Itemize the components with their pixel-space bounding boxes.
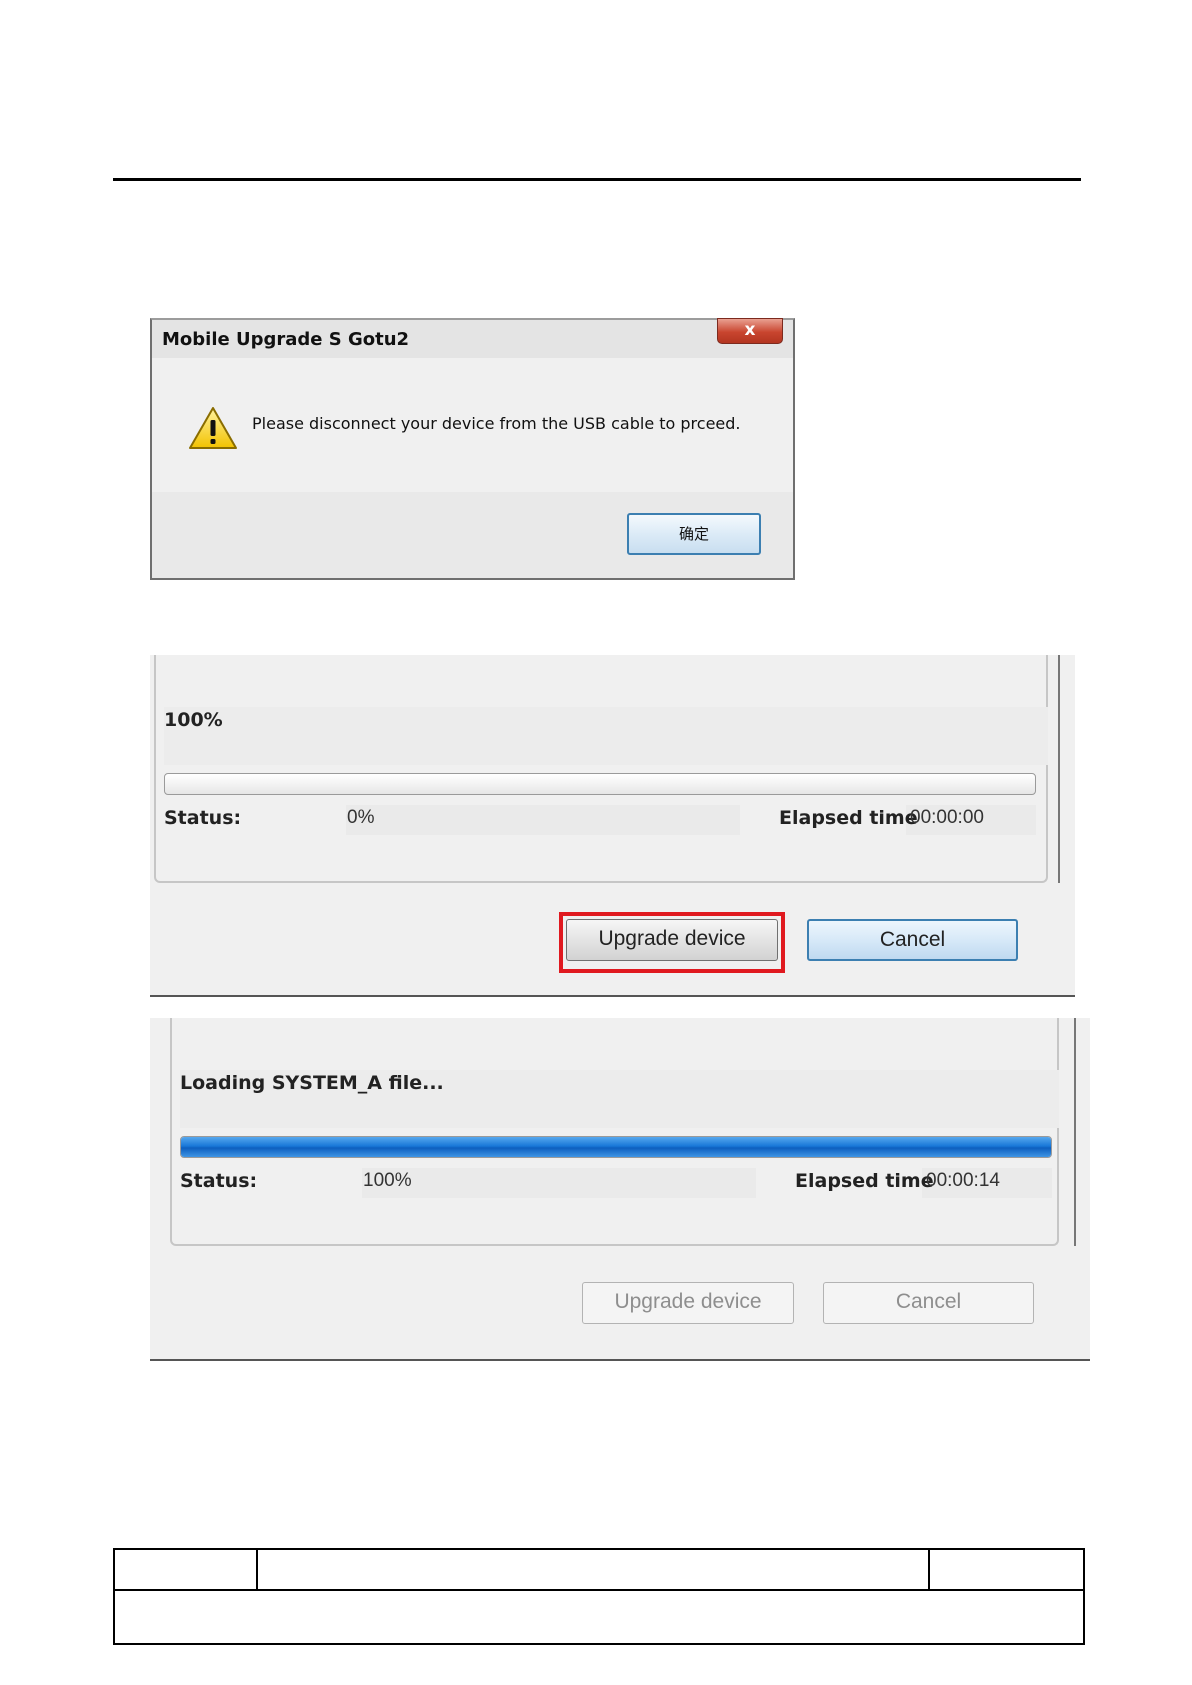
- footer-table: [113, 1548, 1085, 1645]
